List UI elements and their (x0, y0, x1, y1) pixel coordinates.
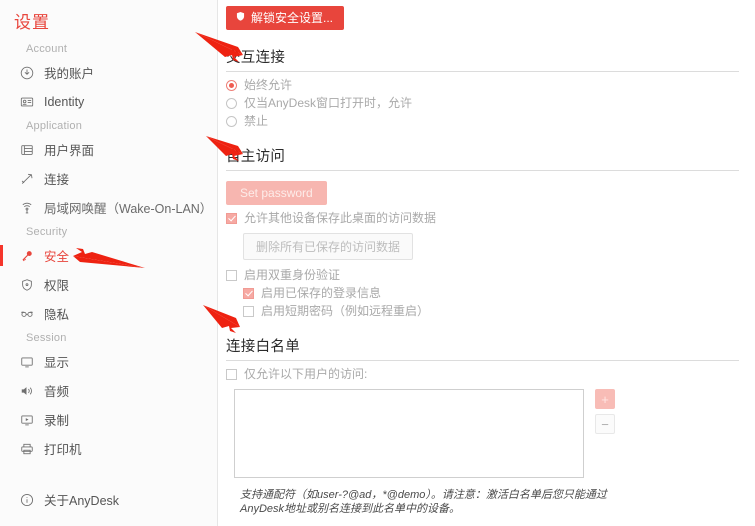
checkbox-enable-temp-password[interactable] (243, 306, 254, 318)
unlock-button-label: 解锁安全设置... (251, 10, 334, 25)
sidebar-item-label: 用户界面 (44, 144, 95, 158)
sidebar-item-label: 权限 (44, 279, 70, 293)
radio-disallow[interactable] (226, 116, 237, 128)
sidebar-item-label: 隐私 (44, 308, 70, 322)
sidebar-item-label: 安全 (44, 250, 70, 264)
window-layout-icon (18, 141, 36, 159)
settings-content: 解锁安全设置... 交互连接 始终允许 仅当AnyDesk窗口打开时，允许 禁止… (218, 0, 755, 526)
sidebar-item-label: 显示 (44, 356, 70, 370)
checkbox-label: 启用短期密码（例如远程重启） (261, 304, 430, 319)
sidebar-item-connection[interactable]: 连接 (0, 164, 217, 193)
shield-icon (235, 11, 246, 25)
sidebar-item-label: 打印机 (44, 443, 82, 457)
checkbox-label: 允许其他设备保存此桌面的访问数据 (244, 211, 437, 226)
speaker-icon (18, 382, 36, 400)
sidebar-item-label: 连接 (44, 173, 70, 187)
radio-label: 禁止 (244, 114, 269, 129)
radio-row-only-when-window-open[interactable]: 仅当AnyDesk窗口打开时，允许 (226, 96, 739, 111)
sidebar-group-label-account: Account (26, 43, 68, 55)
whitelist-input[interactable] (234, 389, 584, 479)
radio-label: 仅当AnyDesk窗口打开时，允许 (244, 96, 413, 111)
checkbox-row-allow-save-access-data[interactable]: 允许其他设备保存此桌面的访问数据 (226, 211, 739, 226)
sidebar-item-about-anydesk[interactable]: 关于AnyDesk (0, 485, 217, 514)
glasses-icon (18, 305, 36, 323)
page-title: 设置 (14, 13, 50, 32)
whitelist-note: 支持通配符（如user-?@ad，*@demo）。请注意：激活白名单后您只能通过… (240, 489, 607, 516)
sidebar-item-label: 我的账户 (44, 67, 95, 81)
id-card-icon (18, 93, 36, 111)
key-icon (18, 247, 36, 265)
sidebar-group-label-security: Security (26, 226, 68, 238)
sidebar-item-label: Identity (44, 94, 85, 109)
sidebar-group-label-application: Application (26, 120, 83, 132)
checkbox-only-allow-users[interactable] (226, 369, 237, 381)
wifi-broadcast-icon (18, 199, 36, 217)
section-heading-unattended-access: 自主访问 (226, 145, 739, 172)
sidebar-item-label: 录制 (44, 414, 70, 428)
section-heading-interactive-connection: 交互连接 (226, 46, 739, 73)
clear-saved-access-data-button[interactable]: 删除所有已保存的访问数据 (243, 233, 414, 261)
section-heading-connection-whitelist: 连接白名单 (226, 335, 739, 362)
sidebar-item-wake-on-lan[interactable]: 局域网唤醒（Wake-On-LAN） (0, 193, 217, 222)
sidebar-item-label: 关于AnyDesk (44, 494, 120, 508)
checkbox-row-only-allow-users[interactable]: 仅允许以下用户的访问: (226, 367, 739, 382)
sidebar-item-my-account[interactable]: 我的账户 (0, 58, 217, 87)
radio-label: 始终允许 (244, 78, 293, 93)
radio-always-allow[interactable] (226, 80, 237, 92)
sidebar-item-audio[interactable]: 音频 (0, 376, 217, 405)
radio-row-always-allow[interactable]: 始终允许 (226, 78, 739, 93)
checkbox-label: 启用已保存的登录信息 (261, 286, 382, 301)
sidebar-item-security[interactable]: 安全 (0, 241, 217, 270)
sidebar-item-user-interface[interactable]: 用户界面 (0, 135, 217, 164)
checkbox-label: 仅允许以下用户的访问: (244, 367, 368, 382)
set-password-button[interactable]: Set password (226, 181, 327, 206)
record-screen-icon (18, 411, 36, 429)
monitor-icon (18, 353, 36, 371)
checkbox-enable-saved-login[interactable] (243, 288, 254, 300)
sidebar-item-recording[interactable]: 录制 (0, 405, 217, 434)
sidebar-item-printer[interactable]: 打印机 (0, 434, 217, 463)
checkbox-allow-save-access-data[interactable] (226, 213, 237, 225)
sidebar-group-label-session: Session (26, 332, 67, 344)
connection-icon (18, 170, 36, 188)
sidebar: 设置 Account 我的账户 Identity Application 用户界… (0, 0, 218, 526)
whitelist-remove-button[interactable]: − (595, 414, 615, 435)
whitelist-area: + − (226, 389, 739, 479)
radio-row-disallow[interactable]: 禁止 (226, 114, 739, 129)
shield-icon (18, 276, 36, 294)
unlock-security-settings-button[interactable]: 解锁安全设置... (226, 6, 345, 31)
info-circle-icon (18, 491, 36, 509)
sidebar-item-identity[interactable]: Identity (0, 87, 217, 116)
whitelist-buttons: + − (595, 389, 615, 435)
sidebar-item-label: 局域网唤醒（Wake-On-LAN） (44, 202, 213, 216)
whitelist-add-button[interactable]: + (595, 389, 615, 410)
sidebar-item-display[interactable]: 显示 (0, 347, 217, 376)
sidebar-item-privacy[interactable]: 隐私 (0, 299, 217, 328)
sidebar-item-permissions[interactable]: 权限 (0, 270, 217, 299)
printer-icon (18, 440, 36, 458)
settings-window: 设置 Account 我的账户 Identity Application 用户界… (0, 0, 755, 526)
checkbox-row-saved-login[interactable]: 启用已保存的登录信息 (226, 286, 739, 301)
checkbox-row-temp-password[interactable]: 启用短期密码（例如远程重启） (226, 304, 739, 319)
radio-only-when-window-open[interactable] (226, 98, 237, 110)
checkbox-label: 启用双重身份验证 (244, 268, 341, 283)
checkbox-two-factor-auth[interactable] (226, 270, 237, 282)
account-circle-icon (18, 64, 36, 82)
sidebar-item-label: 音频 (44, 385, 70, 399)
checkbox-row-two-factor[interactable]: 启用双重身份验证 (226, 268, 739, 283)
